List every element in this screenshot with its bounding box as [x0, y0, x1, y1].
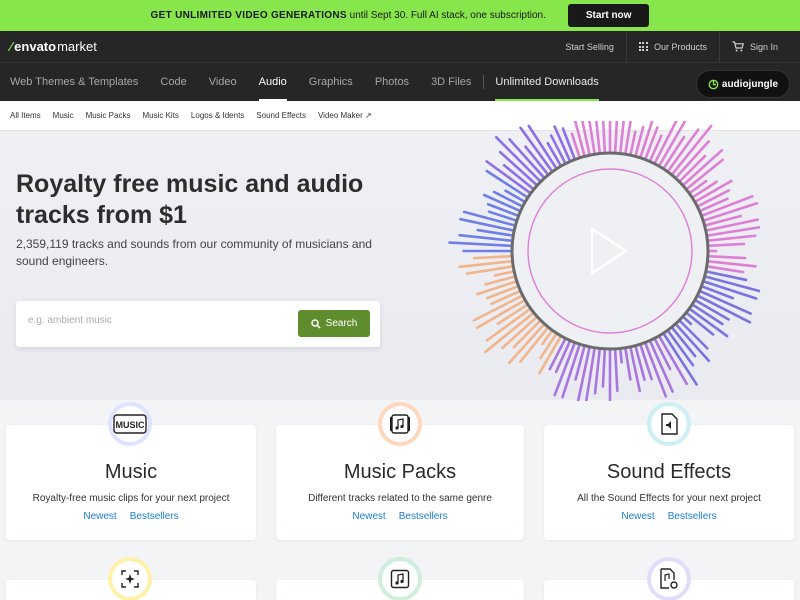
music-packs-bestsellers-link[interactable]: Bestsellers: [399, 511, 448, 522]
waveform-bar: [448, 241, 516, 248]
subnav-music-kits[interactable]: Music Kits: [142, 111, 178, 120]
our-products-button[interactable]: Our Products: [625, 31, 719, 62]
subnav-sound-effects[interactable]: Sound Effects: [256, 111, 306, 120]
waveform-bar: [628, 130, 637, 159]
audiojungle-badge[interactable]: audiojungle: [695, 70, 790, 98]
promo-banner: GET UNLIMITED VIDEO GENERATIONS until Se…: [0, 0, 800, 31]
waveform-bar: [459, 217, 518, 233]
nav-video[interactable]: Video: [209, 63, 237, 101]
sign-in-button[interactable]: Sign In: [718, 31, 790, 62]
nav-code[interactable]: Code: [160, 63, 186, 101]
envato-market-logo[interactable]: ⁄ envato market: [10, 39, 97, 54]
start-selling-link[interactable]: Start Selling: [553, 31, 626, 62]
waveform-bar: [601, 345, 607, 388]
nav-graphics[interactable]: Graphics: [309, 63, 353, 101]
grid-icon: [638, 42, 648, 51]
sound-effects-badge-icon: [647, 402, 691, 446]
waveform-bar: [504, 189, 529, 205]
logos-badge-icon: [378, 557, 422, 600]
nav-3d-files[interactable]: 3D Files: [431, 63, 471, 101]
waveform-bar: [584, 344, 597, 401]
nav-unlimited-downloads[interactable]: Unlimited Downloads: [495, 63, 600, 101]
nav-web-themes[interactable]: Web Themes & Templates: [10, 63, 138, 101]
subnav-all-items[interactable]: All Items: [10, 111, 41, 120]
music-packs-newest-link[interactable]: Newest: [352, 511, 385, 522]
waveform-bar: [472, 254, 516, 260]
waveform-bar: [704, 234, 757, 243]
waveform-bar: [613, 345, 619, 393]
music-packs-badge-icon: [378, 402, 422, 446]
waveform-bar: [601, 121, 607, 157]
cart-icon: [732, 41, 744, 52]
waveform-bar: [683, 158, 725, 192]
top-header: ⁄ envato market Start Selling Our Product…: [0, 31, 800, 63]
waveform-bar: [704, 259, 757, 268]
video-maker-badge-icon: [647, 557, 691, 600]
play-disc: [510, 151, 710, 351]
music-bestsellers-link[interactable]: Bestsellers: [130, 511, 179, 522]
external-link-icon: ↗: [364, 111, 372, 120]
search-icon: [310, 318, 321, 329]
envato-leaf-icon: ⁄: [10, 39, 13, 54]
waveform-bar: [472, 293, 526, 322]
hero-title: Royalty free music and audio tracks from…: [16, 170, 364, 229]
waveform-bar: [704, 242, 746, 248]
subnav-music[interactable]: Music: [53, 111, 74, 120]
waveform-bar: [458, 233, 516, 243]
waveform-bar: [613, 121, 619, 157]
waveform-bar: [623, 344, 632, 381]
subnav-music-packs[interactable]: Music Packs: [86, 111, 131, 120]
subnav-logos-idents[interactable]: Logos & Idents: [191, 111, 244, 120]
sound-effects-bestsellers-link[interactable]: Bestsellers: [668, 511, 717, 522]
waveform-bar: [593, 345, 602, 395]
search-box: Search: [16, 301, 380, 347]
nav-photos[interactable]: Photos: [375, 63, 409, 101]
category-nav: Web Themes & Templates Code Video Audio …: [0, 63, 800, 101]
waveform-bar: [647, 134, 663, 165]
hero-section: Royalty free music and audio tracks from…: [0, 121, 800, 401]
waveform-bar: [501, 313, 540, 350]
waveform-bar: [638, 341, 653, 381]
search-input[interactable]: [28, 315, 268, 326]
music-badge-icon: MUSIC: [108, 402, 152, 446]
start-now-button[interactable]: Start now: [567, 4, 650, 27]
subnav-video-maker[interactable]: Video Maker ↗: [318, 111, 372, 120]
music-newest-link[interactable]: Newest: [83, 511, 116, 522]
sound-effects-newest-link[interactable]: Newest: [621, 511, 654, 522]
promo-text: GET UNLIMITED VIDEO GENERATIONS until Se…: [150, 10, 546, 21]
nav-audio[interactable]: Audio: [258, 63, 287, 101]
waveform-bar: [458, 259, 516, 269]
audiojungle-leaf-icon: [708, 79, 719, 89]
search-button[interactable]: Search: [298, 310, 370, 337]
sparkle-badge-icon: [108, 557, 152, 600]
waveform-bar: [704, 254, 747, 260]
waveform-bar: [703, 225, 760, 238]
audio-waveform-visual: [448, 121, 760, 401]
waveform-bar: [485, 169, 531, 201]
hero-subtitle: 2,359,119 tracks and sounds from our com…: [16, 237, 372, 268]
svg-text:MUSIC: MUSIC: [116, 420, 146, 430]
waveform-bar: [486, 202, 522, 218]
waveform-bar: [519, 324, 551, 364]
waveform-bar: [660, 330, 698, 386]
nav-divider: [483, 75, 485, 89]
